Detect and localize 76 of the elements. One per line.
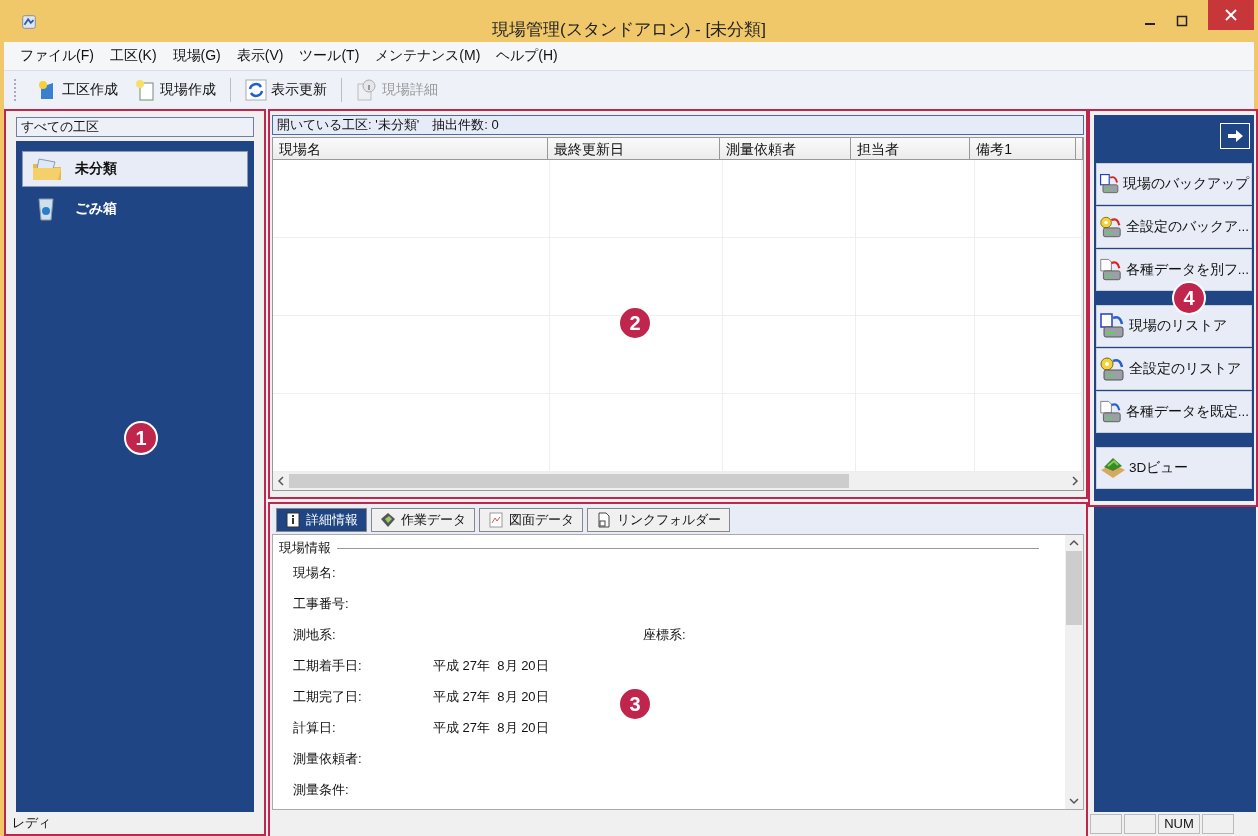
menu-item[interactable]: ツール(T) [291,47,368,65]
status-pane [1090,814,1122,834]
scroll-up-icon[interactable] [1069,538,1079,548]
scroll-down-icon[interactable] [1069,796,1079,806]
toolbar-button[interactable]: 現場作成 [128,77,222,103]
action-button[interactable]: 現場のリストア [1096,305,1252,347]
drawing-icon [488,512,504,528]
app-icon [20,13,38,31]
column-header[interactable]: 現場名 [273,138,548,160]
maximize-icon[interactable] [1176,15,1188,27]
action-button[interactable]: 各種データを別フ... [1096,249,1252,291]
window-title: 現場管理(スタンドアロン) - [未分類] [491,19,767,41]
tree-header: すべての工区 [16,117,254,137]
restore-drive-icon [1099,356,1127,382]
tree-item[interactable]: ごみ箱 [22,191,248,227]
section-title: 現場情報 [279,539,331,557]
field-label: 現場名: [293,563,337,582]
action-button[interactable]: 現場のバックアップ [1096,163,1252,205]
status-text: レディ [11,814,52,832]
menu-item[interactable]: 現場(G) [164,47,229,65]
status-pane [1202,814,1234,834]
column-header[interactable]: 担当者 [851,138,971,160]
tree-item[interactable]: 未分類 [22,151,248,187]
tab[interactable]: 作業データ [371,508,475,532]
scroll-right-icon[interactable] [1070,476,1080,486]
action-button[interactable]: 全設定のリストア [1096,348,1252,390]
field-label: 工期着手日: [293,656,363,675]
document-icon [596,512,612,528]
status-indicator: NUM [1158,814,1200,834]
scroll-thumb[interactable] [289,474,849,488]
menu-item[interactable]: 表示(V) [228,47,292,65]
scroll-thumb[interactable] [1066,551,1082,625]
horizontal-scrollbar[interactable] [273,472,1083,490]
new-page-icon [134,79,156,101]
backup-drive-icon [1099,257,1124,283]
column-header[interactable]: 備考1 [970,138,1076,160]
action-button[interactable]: 全設定のバックア... [1096,206,1252,248]
vertical-scrollbar[interactable] [1065,535,1083,809]
backup-drive-icon [1099,214,1124,240]
action-button[interactable]: 各種データを既定... [1096,391,1252,433]
action-button[interactable]: 3Dビュー [1096,447,1252,489]
field-value: 平成 27年 8月 20日 [433,656,549,675]
collapse-button[interactable] [1220,123,1250,149]
field-value: 平成 27年 8月 20日 [433,718,549,737]
tab[interactable]: 図面データ [479,508,583,532]
toolbar-button[interactable]: 表示更新 [239,77,333,103]
restore-drive-icon [1099,399,1124,425]
field-label: 工期完了日: [293,687,363,706]
refresh-icon [245,79,267,101]
menu-item[interactable]: ヘルプ(H) [488,47,566,65]
column-header[interactable]: 測量依頼者 [719,138,852,160]
list-info-bar: 開いている工区: '未分類' 抽出件数: 0 [272,115,1084,135]
field-value: 平成 27年 8月 20日 [433,687,549,706]
field-label: 測量条件: [293,780,350,799]
info-icon [356,79,378,101]
menu-item[interactable]: ファイル(F) [12,47,102,65]
close-icon [1225,9,1237,21]
tab[interactable]: リンクフォルダー [587,508,730,532]
layers-icon [380,512,396,528]
info-icon [285,512,301,528]
terrain-icon [1099,456,1127,480]
field-label: 座標系: [643,625,686,644]
close-button[interactable] [1208,0,1254,30]
tab[interactable]: 詳細情報 [276,508,367,532]
field-label: 工事番号: [293,594,350,613]
field-label: 計算日: [293,718,337,737]
scroll-left-icon[interactable] [276,476,286,486]
column-header[interactable]: 最終更新日 [547,138,720,160]
folder-icon [31,156,63,182]
toolbar-button[interactable]: 工区作成 [30,77,124,103]
restore-drive-icon [1099,313,1127,339]
status-pane [1124,814,1156,834]
field-label: 測量依頼者: [293,749,363,768]
field-label: 測地系: [293,625,337,644]
menu-item[interactable]: 工区(K) [101,47,165,65]
menu-item[interactable]: メンテナンス(M) [367,47,489,65]
